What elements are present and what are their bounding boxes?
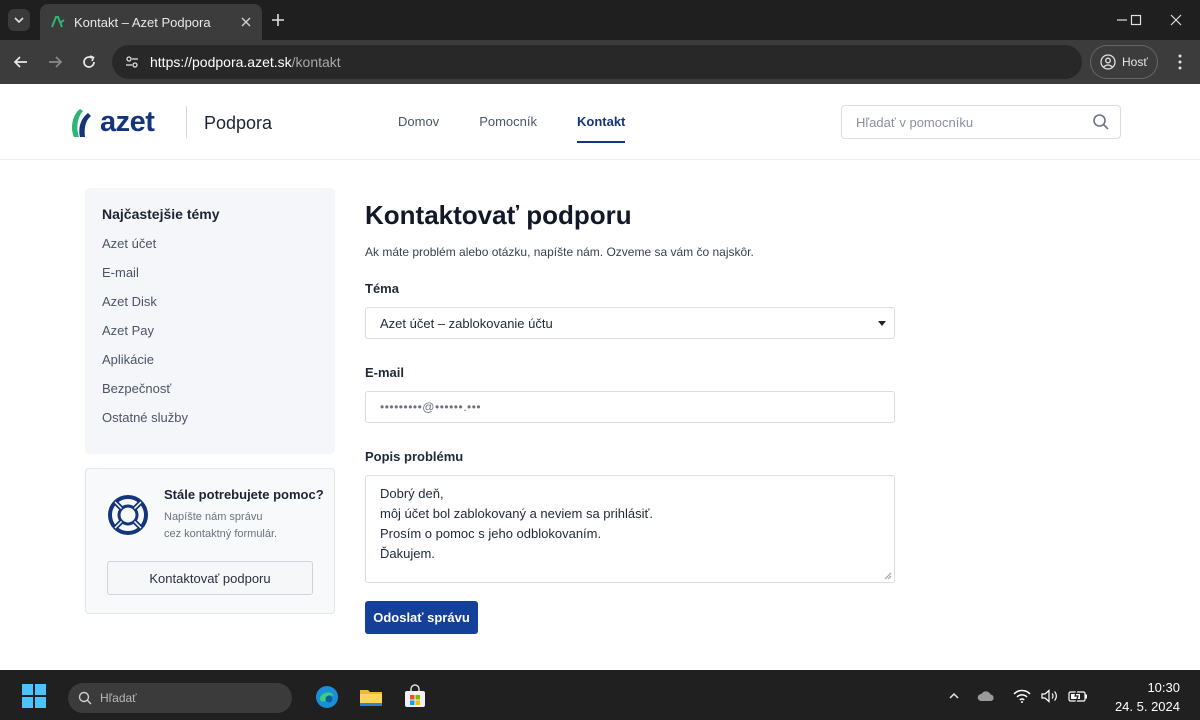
nav-domov[interactable]: Domov — [398, 114, 439, 144]
url-host: https://podpora.azet.sk — [150, 54, 292, 70]
tray-chevron-up-icon[interactable] — [944, 686, 964, 706]
azet-favicon-icon — [50, 14, 66, 30]
topic-aplikacie[interactable]: Aplikácie — [102, 352, 318, 381]
nav-kontakt[interactable]: Kontakt — [577, 114, 626, 144]
site-name: Podpora — [204, 113, 273, 133]
reload-icon[interactable] — [77, 50, 101, 74]
tab-close-icon[interactable] — [238, 14, 254, 30]
file-explorer-icon[interactable] — [357, 683, 385, 711]
address-bar[interactable]: https://podpora.azet.sk/kontakt — [112, 45, 1082, 79]
popular-topics-panel: Najčastejšie témy Azet účet E-mail Azet … — [85, 188, 335, 454]
topic-azet-pay[interactable]: Azet Pay — [102, 323, 318, 352]
email-field[interactable]: •••••••••@••••••.••• — [365, 391, 895, 423]
page-title: Kontaktovať podporu — [365, 200, 632, 230]
browser-toolbar: https://podpora.azet.sk/kontakt Hosť — [0, 40, 1200, 84]
window-close-icon[interactable] — [1164, 8, 1188, 32]
microsoft-store-icon[interactable] — [401, 683, 429, 711]
logo-text: azet — [100, 106, 155, 138]
topic-email[interactable]: E-mail — [102, 265, 318, 294]
description-label: Popis problému — [365, 449, 464, 464]
wifi-icon[interactable] — [1012, 686, 1032, 706]
azet-logo-mark-icon — [72, 108, 91, 137]
edge-browser-icon[interactable] — [313, 683, 341, 711]
browser-tab-bar: Kontakt – Azet Podpora — [0, 0, 1200, 40]
topic-select-value: Azet účet – zablokovanie účtu — [380, 315, 553, 331]
topic-ostatne-sluzby[interactable]: Ostatné služby — [102, 410, 318, 439]
lifebuoy-icon — [108, 495, 148, 535]
search-icon[interactable] — [1092, 113, 1110, 131]
resize-handle-icon[interactable] — [884, 572, 892, 580]
tab-search-button[interactable] — [8, 9, 30, 31]
taskbar-clock[interactable]: 10:30 24. 5. 2024 — [1100, 678, 1180, 716]
url-path: /kontakt — [291, 54, 341, 70]
description-line: Dobrý deň, — [380, 486, 444, 501]
web-page: azet Podpora Domov Pomocník Kontakt Najč… — [0, 84, 1200, 670]
help-search-input[interactable] — [856, 114, 1092, 130]
need-help-card: Stále potrebujete pomoc? Napíšte nám spr… — [85, 468, 335, 614]
topics-list: Azet účet E-mail Azet Disk Azet Pay Apli… — [102, 236, 318, 439]
nav-pomocnik[interactable]: Pomocník — [479, 114, 537, 144]
help-card-title: Stále potrebujete pomoc? — [164, 487, 324, 502]
topic-azet-ucet[interactable]: Azet účet — [102, 236, 318, 265]
tab-title: Kontakt – Azet Podpora — [74, 14, 211, 30]
url-text: https://podpora.azet.sk/kontakt — [150, 54, 341, 70]
description-line: môj účet bol zablokovaný a neviem sa pri… — [380, 506, 653, 521]
chevron-down-icon — [14, 17, 24, 24]
clock-date: 24. 5. 2024 — [1114, 699, 1180, 714]
new-tab-plus-icon[interactable] — [268, 10, 288, 30]
description-line: Ďakujem. — [380, 546, 435, 561]
contact-support-button[interactable]: Kontaktovať podporu — [107, 561, 313, 595]
onedrive-cloud-icon[interactable] — [976, 686, 996, 706]
back-arrow-icon[interactable] — [9, 50, 33, 74]
submit-button[interactable]: Odoslať správu — [365, 601, 478, 634]
forward-arrow-icon[interactable] — [43, 50, 67, 74]
help-card-text: Napíšte nám správu cez kontaktný formulá… — [164, 509, 324, 543]
profile-label: Hosť — [1122, 55, 1148, 69]
email-field-value: •••••••••@••••••.••• — [380, 400, 482, 414]
profile-avatar-icon — [1100, 54, 1116, 70]
help-card-text-line2: cez kontaktný formulár. — [164, 528, 278, 540]
site-settings-icon[interactable] — [122, 52, 142, 72]
battery-charging-icon[interactable] — [1068, 686, 1088, 706]
search-icon — [78, 691, 92, 705]
contact-form: Kontaktovať podporu Ak máte problém aleb… — [365, 200, 895, 634]
topics-title: Najčastejšie témy — [102, 206, 220, 222]
topic-bezpecnost[interactable]: Bezpečnosť — [102, 381, 318, 410]
dropdown-caret-icon — [878, 321, 886, 326]
taskbar-search-placeholder: Hľadať — [100, 691, 137, 705]
site-header: azet Podpora Domov Pomocník Kontakt — [0, 84, 1200, 160]
azet-logo[interactable]: azet — [70, 106, 155, 139]
description-line: Prosím o pomoc s jeho odblokovaním. — [380, 526, 602, 541]
description-textarea[interactable]: Dobrý deň, môj účet bol zablokovaný a ne… — [365, 475, 895, 583]
help-search-box — [841, 105, 1121, 139]
topic-select[interactable]: Azet účet – zablokovanie účtu — [365, 307, 895, 339]
taskbar-search[interactable]: Hľadať — [68, 683, 292, 713]
help-card-text-line1: Napíšte nám správu — [164, 511, 263, 523]
more-menu-icon[interactable] — [1170, 50, 1190, 74]
topic-label: Téma — [365, 281, 399, 296]
header-divider — [186, 106, 187, 138]
form-intro: Ak máte problém alebo otázku, napíšte ná… — [365, 245, 754, 259]
maximize-icon[interactable] — [1124, 8, 1148, 32]
windows-start-icon[interactable] — [22, 684, 46, 708]
profile-button[interactable]: Hosť — [1090, 45, 1158, 79]
topic-azet-disk[interactable]: Azet Disk — [102, 294, 318, 323]
email-label: E-mail — [365, 365, 405, 380]
volume-icon[interactable] — [1040, 686, 1060, 706]
main-nav: Domov Pomocník Kontakt — [398, 114, 665, 144]
clock-time: 10:30 — [1147, 680, 1180, 695]
browser-tab[interactable]: Kontakt – Azet Podpora — [40, 4, 262, 40]
taskbar: Hľadať 10:30 24. 5. 2024 — [0, 670, 1200, 720]
